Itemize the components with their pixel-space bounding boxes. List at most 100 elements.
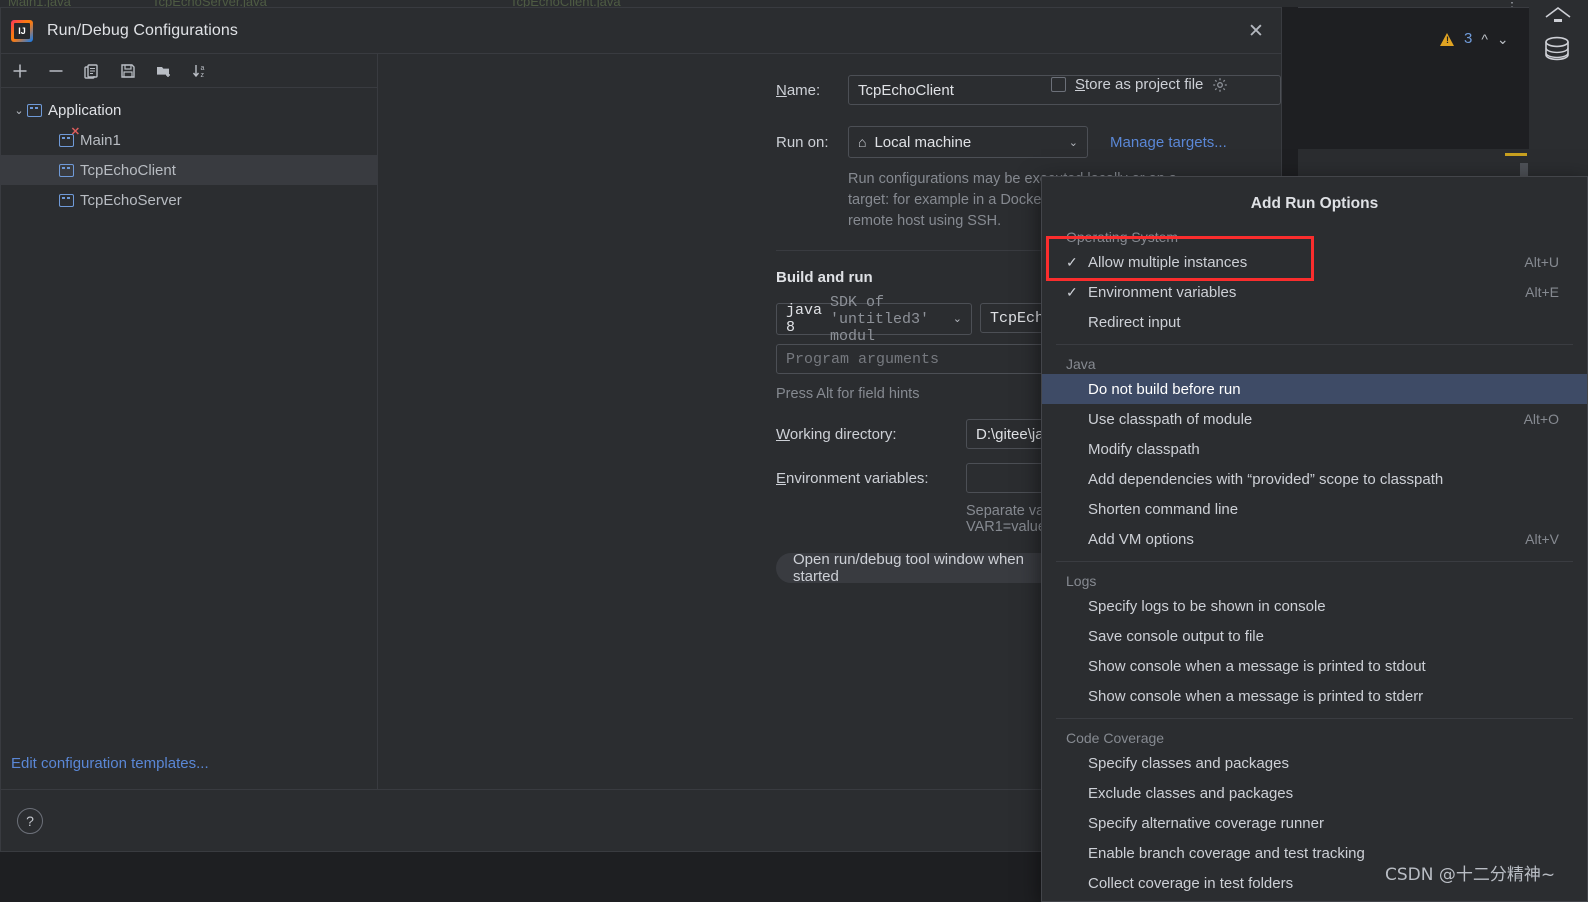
chevron-down-icon: ⌄ bbox=[952, 314, 963, 326]
configuration-error-icon bbox=[59, 127, 80, 147]
tree-group-label: Application bbox=[48, 101, 122, 119]
popup-item-label: Allow multiple instances bbox=[1088, 253, 1248, 271]
copy-configuration-button[interactable] bbox=[81, 60, 103, 82]
configurations-tree: ⌄ Application Main1 TcpEchoClient bbox=[1, 88, 377, 737]
tree-item-label: Main1 bbox=[80, 131, 121, 149]
popup-item-label: Collect coverage in test folders bbox=[1088, 874, 1294, 892]
popup-item-label: Redirect input bbox=[1088, 313, 1181, 331]
popup-item-label: Show console when a message is printed t… bbox=[1088, 687, 1424, 705]
database-icon[interactable] bbox=[1543, 35, 1571, 72]
popup-item-use-classpath-of-module[interactable]: Use classpath of module Alt+O bbox=[1042, 404, 1587, 434]
popup-item-allow-multiple-instances[interactable]: ✓ Allow multiple instances Alt+U bbox=[1042, 247, 1587, 277]
run-on-label: Run on: bbox=[776, 133, 829, 151]
editor-tab[interactable]: TcpEchoClient.java bbox=[510, 0, 621, 7]
intellij-logo-icon bbox=[11, 19, 33, 42]
popup-item-shortcut: Alt+U bbox=[1524, 254, 1559, 270]
run-on-combobox[interactable]: ⌂ Local machine ⌄ bbox=[848, 126, 1088, 158]
run-on-row: Run on: ⌂ Local machine ⌄ Manage targets… bbox=[378, 126, 1281, 158]
add-configuration-button[interactable] bbox=[9, 60, 31, 82]
popup-separator bbox=[1056, 561, 1573, 562]
popup-group-label: Code Coverage bbox=[1066, 730, 1165, 746]
jre-combobox[interactable]: java 8 SDK of 'untitled3' modul ⌄ bbox=[776, 294, 973, 345]
configuration-icon bbox=[59, 193, 74, 207]
popup-item-label: Add dependencies with “provided” scope t… bbox=[1088, 470, 1444, 488]
popup-item-specify-logs[interactable]: Specify logs to be shown in console bbox=[1042, 591, 1587, 621]
editor-pane bbox=[1298, 7, 1529, 149]
popup-item-save-console-output[interactable]: Save console output to file bbox=[1042, 621, 1587, 651]
popup-group-label: Logs bbox=[1066, 573, 1097, 589]
popup-item-label: Specify classes and packages bbox=[1088, 754, 1289, 772]
popup-item-do-not-build-before-run[interactable]: Do not build before run bbox=[1042, 374, 1587, 404]
chevron-down-icon[interactable]: ⌄ bbox=[1497, 32, 1509, 46]
popup-separator bbox=[1056, 718, 1573, 719]
dialog-title: Run/Debug Configurations bbox=[47, 21, 238, 39]
tree-item-label: TcpEchoClient bbox=[80, 161, 176, 179]
popup-item-shortcut: Alt+V bbox=[1525, 531, 1559, 547]
popup-item-add-provided-dependencies[interactable]: Add dependencies with “provided” scope t… bbox=[1042, 464, 1587, 494]
configuration-icon bbox=[59, 163, 74, 177]
popup-separator bbox=[1056, 344, 1573, 345]
popup-item-redirect-input[interactable]: Redirect input bbox=[1042, 307, 1587, 337]
popup-item-specify-alternative-coverage-runner[interactable]: Specify alternative coverage runner bbox=[1042, 808, 1587, 838]
dialog-title-bar: Run/Debug Configurations ✕ bbox=[1, 8, 1281, 53]
chevron-down-icon[interactable]: ⌄ bbox=[11, 104, 27, 117]
maven-icon[interactable] bbox=[1543, 4, 1573, 35]
chip-open-run-debug-tool-window[interactable]: Open run/debug tool window when started … bbox=[776, 551, 1077, 585]
sdk-description: SDK of 'untitled3' modul bbox=[830, 293, 930, 345]
inspections-widget[interactable]: 3 ^ ⌄ bbox=[1440, 30, 1509, 47]
editor-tab-strip-right bbox=[1298, 0, 1529, 7]
check-icon: ✓ bbox=[1066, 283, 1078, 300]
popup-item-specify-classes-and-packages[interactable]: Specify classes and packages bbox=[1042, 748, 1587, 778]
popup-item-show-console-stdout[interactable]: Show console when a message is printed t… bbox=[1042, 651, 1587, 681]
popup-item-label: Use classpath of module bbox=[1088, 410, 1253, 428]
editor-tab[interactable]: Main1.java bbox=[8, 0, 71, 7]
popup-item-shortcut: Alt+O bbox=[1523, 411, 1559, 427]
run-on-value: Local machine bbox=[874, 133, 972, 151]
popup-item-label: Environment variables bbox=[1088, 283, 1237, 301]
check-icon: ✓ bbox=[1066, 253, 1078, 270]
popup-item-modify-classpath[interactable]: Modify classpath bbox=[1042, 434, 1587, 464]
editor-tab[interactable]: TcpEchoServer.java bbox=[152, 0, 267, 7]
popup-item-add-vm-options[interactable]: Add VM options Alt+V bbox=[1042, 524, 1587, 554]
working-directory-label: Working directory: bbox=[776, 425, 897, 443]
popup-item-label: Enable branch coverage and test tracking bbox=[1088, 844, 1365, 862]
chip-label: Open run/debug tool window when started bbox=[793, 551, 1024, 585]
popup-item-environment-variables[interactable]: ✓ Environment variables Alt+E bbox=[1042, 277, 1587, 307]
popup-item-label: Show console when a message is printed t… bbox=[1088, 657, 1426, 675]
environment-variables-label: Environment variables: bbox=[776, 469, 929, 487]
edit-templates-footer: Edit configuration templates... bbox=[1, 737, 377, 789]
help-button[interactable]: ? bbox=[17, 807, 43, 834]
popup-group-label: Java bbox=[1066, 356, 1096, 372]
manage-targets-link[interactable]: Manage targets... bbox=[1110, 134, 1227, 151]
tree-item-tcpechoclient[interactable]: TcpEchoClient bbox=[1, 155, 377, 185]
close-icon[interactable]: ✕ bbox=[1245, 20, 1267, 42]
svg-text:z: z bbox=[201, 72, 205, 79]
watermark: CSDN @十二分精神~ bbox=[1385, 865, 1556, 885]
popup-item-show-console-stderr[interactable]: Show console when a message is printed t… bbox=[1042, 681, 1587, 711]
sort-configurations-button[interactable]: a z bbox=[189, 60, 211, 82]
popup-item-shorten-command-line[interactable]: Shorten command line bbox=[1042, 494, 1587, 524]
tree-group-application[interactable]: ⌄ Application bbox=[1, 95, 377, 125]
editor-marker bbox=[1505, 153, 1527, 156]
tree-item-tcpechoserver[interactable]: TcpEchoServer bbox=[1, 185, 377, 215]
popup-item-exclude-classes-and-packages[interactable]: Exclude classes and packages bbox=[1042, 778, 1587, 808]
save-configuration-button[interactable] bbox=[117, 60, 139, 82]
add-run-options-popup: Add Run Options Operating System ✓ Allow… bbox=[1041, 176, 1588, 902]
chevron-up-icon[interactable]: ^ bbox=[1481, 32, 1488, 46]
warning-triangle-icon bbox=[1440, 32, 1455, 47]
popup-item-label: Add VM options bbox=[1088, 530, 1194, 548]
home-icon: ⌂ bbox=[858, 134, 867, 150]
new-folder-button[interactable] bbox=[153, 60, 175, 82]
gear-icon[interactable] bbox=[1212, 77, 1228, 93]
popup-item-label: Save console output to file bbox=[1088, 627, 1264, 645]
remove-configuration-button[interactable] bbox=[45, 60, 67, 82]
popup-group-label: Operating System bbox=[1066, 229, 1179, 245]
popup-item-label: Do not build before run bbox=[1088, 380, 1241, 398]
store-as-project-file-group[interactable]: Store as project file bbox=[1051, 76, 1281, 93]
tree-item-main1[interactable]: Main1 bbox=[1, 125, 377, 155]
sdk-value: java 8 bbox=[786, 302, 823, 336]
store-as-project-file-checkbox[interactable] bbox=[1051, 77, 1066, 92]
name-label: Name: bbox=[776, 81, 821, 99]
popup-item-label: Shorten command line bbox=[1088, 500, 1239, 518]
edit-configuration-templates-link[interactable]: Edit configuration templates... bbox=[11, 755, 209, 772]
